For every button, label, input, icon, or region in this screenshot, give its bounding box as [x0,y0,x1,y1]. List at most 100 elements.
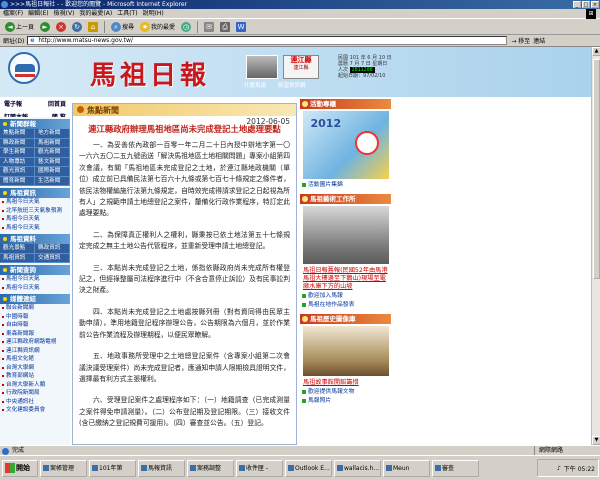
history-image[interactable] [302,326,389,376]
sidebar-link[interactable]: 馬祖今日天氣 [0,215,70,224]
home-link[interactable]: 回首頁 [48,99,66,108]
maximize-button[interactable]: □ [582,1,590,8]
sidebar-link[interactable]: 聯合新聞網 [0,304,70,313]
sidebar-nav-item[interactable]: 觀光景點 [0,244,35,254]
taskbar-button[interactable]: 案務調整 [187,459,234,477]
edit-button[interactable]: W [234,20,248,34]
stop-icon: × [56,21,67,32]
header-link-2[interactable]: 新望資訊網 [278,81,306,89]
scroll-thumb[interactable] [593,59,600,279]
taskbar-button[interactable]: Outlook E... [285,459,332,477]
print-button[interactable]: ⎙ [218,20,232,34]
sidebar-link[interactable]: 中央通訊社 [0,398,70,407]
sidebar-link[interactable]: 行政院新聞局 [0,389,70,398]
back-button[interactable]: ◄ 上一頁 [3,20,36,34]
search-button[interactable]: ⌕ 搜尋 [109,20,136,34]
app-icon [92,465,98,471]
sidebar-nav-item[interactable]: 縣政新聞 [0,138,35,148]
vertical-scrollbar[interactable]: ▲ ▼ [591,47,600,445]
right-sidebar: 活動專櫃 2012 活動圖片集錦 馬祖藝術工作所 馬祖日報舊報(民國52年由馬港… [300,99,391,445]
activity-photos-link[interactable]: 活動圖片集錦 [300,181,391,190]
menu-tools[interactable]: 工具(T) [117,9,137,18]
sidebar-link[interactable]: 馬祖今日天氣 [0,275,70,284]
mail-icon: ✉ [204,21,215,32]
menu-view[interactable]: 檢視(V) [54,9,75,18]
photo-studio-image[interactable] [302,206,389,264]
sidebar-link[interactable]: 台灣大學新人類 [0,381,70,390]
sidebar-link[interactable]: 東森新聞報 [0,330,70,339]
minimize-button[interactable]: _ [573,1,581,8]
sidebar-nav-item[interactable]: 馬祖資訊 [0,253,35,263]
sidebar-nav-item[interactable]: 地方新聞 [35,129,70,139]
header-link-1[interactable]: 什麼馬祖 [244,81,266,89]
sidebar-link[interactable]: 馬祖今日天氣 [0,198,70,207]
sidebar-link[interactable]: 連江縣政府網路電視 [0,338,70,347]
scroll-down-icon[interactable]: ▼ [592,436,600,445]
photo-caption-link[interactable]: 馬祖日報舊報(民國52年由馬港馬祖大樓邊至下鵝山)現場至電廠水庫下方的山坡 [300,266,391,292]
sidebar-nav-item[interactable]: 觀光資訊 [0,167,35,177]
sidebar-nav-item[interactable]: 生活新聞 [35,176,70,186]
refresh-button[interactable]: ↻ [70,20,84,34]
site-header: 馬祖日報 連江縣 連江縣 什麼馬祖 新望資訊網 民國 101 年 6 月 10 … [0,47,591,97]
sidebar-link[interactable]: 中國時報 [0,313,70,322]
app-icon [288,465,294,471]
history-link-1[interactable]: 歡迎提供馬報文物 [300,388,391,397]
taskbar-button[interactable]: Meun [383,459,430,477]
links-button[interactable]: 連結 [533,36,545,45]
taskbar-button[interactable]: 馬報資訊 [138,459,185,477]
menu-favorites[interactable]: 我的最愛(A) [79,9,112,18]
sidebar-nav-item[interactable]: 焦點新聞 [0,129,35,139]
sidebar-link[interactable]: 馬祖今日天氣 [0,224,70,233]
sidebar-nav-item[interactable]: 學生新聞 [0,148,35,158]
sidebar-nav-item[interactable]: 觀光新聞 [35,148,70,158]
newspaper-logo-icon[interactable] [8,52,40,84]
sidebar-link[interactable]: 自由時報 [0,321,70,330]
menu-help[interactable]: 說明(H) [143,9,164,18]
home-button[interactable]: ⌂ [86,20,100,34]
history-link-2[interactable]: 馬報照片 [300,397,391,406]
sidebar-nav-item[interactable]: 馬祖新聞 [35,138,70,148]
sidebar-link[interactable]: 文化建設委員會 [0,406,70,415]
sidebar-nav-item[interactable]: 人物專訪 [0,157,35,167]
address-input[interactable]: http://www.matsu-news.gov.tw/ [27,36,508,45]
mail-button[interactable]: ✉ [202,20,216,34]
activity-banner[interactable]: 2012 [302,111,389,179]
sidebar-nav-item[interactable]: 體育新聞 [0,176,35,186]
taskbar-button[interactable]: wallacis.h... [334,459,381,477]
taskbar-button[interactable]: 案帳管理 [40,459,87,477]
sidebar-nav-item[interactable]: 縣政資訊 [35,244,70,254]
taskbar-button[interactable]: 101年第 [89,459,136,477]
scroll-up-icon[interactable]: ▲ [592,47,600,56]
sidebar-nav-item[interactable]: 交通資訊 [35,253,70,263]
sidebar-link[interactable]: 馬祖今日天氣 [0,284,70,293]
sidebar-nav-item[interactable]: 國際新聞 [35,167,70,177]
sidebar-nav-item[interactable]: 藝文新聞 [35,157,70,167]
epaper-link[interactable]: 電子報 [4,99,22,108]
favorites-button[interactable]: ★ 我的最愛 [138,20,177,34]
section-header-news: 新聞群報 [0,119,70,129]
sidebar-link[interactable]: 台灣大學網 [0,364,70,373]
menu-file[interactable]: 檔案(F) [3,9,23,18]
go-button[interactable]: → 移至 [511,36,530,45]
sidebar-link[interactable]: 馬祖文化館 [0,355,70,364]
taskbar-button[interactable]: 收件匣 - [236,459,283,477]
taskbar-button[interactable]: 審查 [432,459,479,477]
menu-edit[interactable]: 編輯(E) [28,9,48,18]
history-caption-link[interactable]: 馬祖故事館開館籌措 [300,378,391,388]
sidebar-link[interactable]: 北竿航班三天氣象預測 [0,207,70,216]
photo-link-2[interactable]: 馬祖在地作品發表 [300,301,391,310]
activity-badge-icon [354,131,379,155]
header-photo-1[interactable] [246,55,278,79]
start-button[interactable]: 開始 [2,459,38,477]
sidebar-link[interactable]: 連江縣資訊網 [0,347,70,356]
close-button[interactable]: × [591,1,599,8]
forward-button[interactable]: ► [38,20,52,34]
stop-button[interactable]: × [54,20,68,34]
system-tray: ♪ 下午 05:22 [537,459,599,477]
history-button[interactable]: ◷ [179,20,193,34]
sidebar-link[interactable]: 教育部網站 [0,372,70,381]
volume-icon[interactable]: ♪ [557,465,561,472]
windows-logo-icon: ⊞ [586,9,596,19]
photo-link-1[interactable]: 歡迎加入馬報 [300,292,391,301]
header-banner-2[interactable]: 連江縣 連江縣 [283,55,319,79]
